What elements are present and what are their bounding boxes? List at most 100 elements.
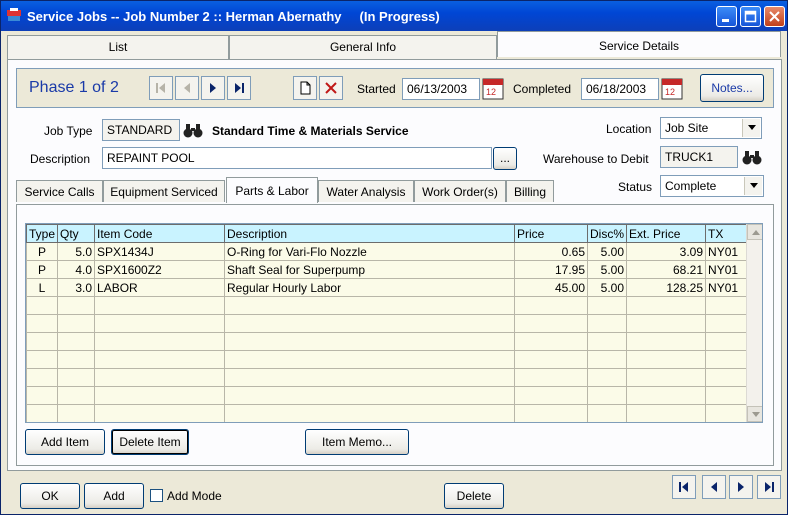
tab-list[interactable]: List — [7, 35, 229, 59]
cell-qty[interactable]: 4.0 — [57, 260, 96, 279]
col-qty[interactable]: Qty — [57, 224, 96, 243]
add-button[interactable]: Add — [84, 483, 144, 509]
delete-phase-button[interactable] — [319, 76, 343, 100]
col-type[interactable]: Type — [26, 224, 59, 243]
cell-price[interactable]: 17.95 — [514, 260, 589, 279]
cell-item-code[interactable]: SPX1600Z2 — [94, 260, 226, 279]
col-disc[interactable]: Disc% — [587, 224, 628, 243]
record-next-button[interactable] — [729, 475, 753, 499]
cell-description[interactable]: O-Ring for Vari-Flo Nozzle — [224, 242, 516, 261]
record-last-button[interactable] — [757, 475, 781, 499]
add-item-button[interactable]: Add Item — [25, 429, 105, 455]
job-type-lookup-button[interactable] — [182, 119, 206, 143]
warehouse-field[interactable]: TRUCK1 — [660, 146, 738, 168]
subtab-water-analysis[interactable]: Water Analysis — [318, 180, 414, 202]
cell-type[interactable]: P — [26, 242, 59, 261]
record-prev-button[interactable] — [702, 475, 726, 499]
parts-table: Type Qty Item Code Description Price Dis… — [26, 224, 748, 422]
cell-ext-price[interactable]: 68.21 — [626, 260, 707, 279]
tab-service-details[interactable]: Service Details — [497, 31, 781, 57]
cell-disc[interactable]: 5.00 — [587, 278, 628, 297]
cell-description[interactable]: Regular Hourly Labor — [224, 278, 516, 297]
phase-last-button[interactable] — [227, 76, 251, 100]
started-date-field[interactable]: 06/13/2003 — [402, 78, 480, 100]
started-calendar-button[interactable]: 12 — [482, 78, 506, 102]
cell-tx[interactable]: NY01 — [705, 278, 748, 297]
main-tabs: List General Info Service Details — [7, 31, 781, 59]
phase-first-button[interactable] — [149, 76, 173, 100]
cell-qty[interactable]: 5.0 — [57, 242, 96, 261]
phase-next-button[interactable] — [201, 76, 225, 100]
add-mode-label: Add Mode — [167, 489, 222, 503]
col-description[interactable]: Description — [224, 224, 516, 243]
maximize-button[interactable] — [740, 6, 761, 27]
scroll-down-button[interactable] — [747, 406, 762, 422]
cell-qty[interactable]: 3.0 — [57, 278, 96, 297]
subtab-billing[interactable]: Billing — [506, 180, 554, 202]
table-row[interactable]: L 3.0 LABOR Regular Hourly Labor 45.00 5… — [26, 278, 748, 297]
description-field[interactable]: REPAINT POOL — [102, 147, 492, 169]
subtab-label: Parts & Labor — [235, 184, 309, 198]
completed-date-field[interactable]: 06/18/2003 — [581, 78, 659, 100]
ok-button[interactable]: OK — [20, 483, 80, 509]
status-select[interactable]: Complete — [660, 175, 764, 197]
empty-row[interactable] — [26, 296, 748, 315]
cell-ext-price[interactable]: 3.09 — [626, 242, 707, 261]
parts-labor-grid[interactable]: Type Qty Item Code Description Price Dis… — [25, 223, 763, 423]
subtab-parts-labor[interactable]: Parts & Labor — [226, 177, 318, 203]
delete-item-button[interactable]: Delete Item — [111, 429, 189, 455]
subtab-service-calls[interactable]: Service Calls — [16, 180, 103, 202]
minimize-button[interactable] — [716, 6, 737, 27]
phase-bar: Phase 1 of 2 Started 06/13/2003 12 Compl… — [16, 68, 774, 108]
description-more-button[interactable]: ... — [493, 147, 517, 170]
empty-row[interactable] — [26, 332, 748, 351]
first-icon — [156, 83, 165, 93]
cell-type[interactable]: P — [26, 260, 59, 279]
location-dropdown-arrow[interactable] — [742, 119, 760, 137]
completed-calendar-button[interactable]: 12 — [661, 78, 685, 102]
delete-button[interactable]: Delete — [444, 483, 504, 509]
title-bar[interactable]: Service Jobs -- Job Number 2 :: Herman A… — [1, 1, 787, 31]
subtab-label: Service Calls — [24, 185, 95, 199]
col-tx[interactable]: TX — [705, 224, 748, 243]
cell-item-code[interactable]: SPX1434J — [94, 242, 226, 261]
empty-row[interactable] — [26, 386, 748, 405]
empty-row[interactable] — [26, 368, 748, 387]
subtab-label: Equipment Serviced — [110, 185, 218, 199]
cell-description[interactable]: Shaft Seal for Superpump — [224, 260, 516, 279]
empty-row[interactable] — [26, 314, 748, 333]
cell-ext-price[interactable]: 128.25 — [626, 278, 707, 297]
table-row[interactable]: P 5.0 SPX1434J O-Ring for Vari-Flo Nozzl… — [26, 242, 748, 261]
col-price[interactable]: Price — [514, 224, 589, 243]
cell-disc[interactable]: 5.00 — [587, 260, 628, 279]
item-memo-button[interactable]: Item Memo... — [305, 429, 409, 455]
location-label: Location — [606, 122, 652, 136]
status-dropdown-arrow[interactable] — [744, 177, 762, 195]
cell-disc[interactable]: 5.00 — [587, 242, 628, 261]
cell-tx[interactable]: NY01 — [705, 260, 748, 279]
tab-general-info[interactable]: General Info — [229, 35, 497, 59]
table-row[interactable]: P 4.0 SPX1600Z2 Shaft Seal for Superpump… — [26, 260, 748, 279]
record-first-button[interactable] — [672, 475, 696, 499]
notes-button[interactable]: Notes... — [700, 74, 764, 102]
cell-price[interactable]: 45.00 — [514, 278, 589, 297]
close-button[interactable] — [764, 6, 785, 27]
warehouse-lookup-button[interactable] — [741, 146, 765, 170]
subtab-equipment-serviced[interactable]: Equipment Serviced — [103, 180, 225, 202]
phase-prev-button[interactable] — [175, 76, 199, 100]
empty-row[interactable] — [26, 350, 748, 369]
subtab-work-orders[interactable]: Work Order(s) — [414, 180, 506, 202]
cell-item-code[interactable]: LABOR — [94, 278, 226, 297]
empty-row[interactable] — [26, 404, 748, 422]
col-item-code[interactable]: Item Code — [94, 224, 226, 243]
job-type-field[interactable]: STANDARD — [102, 119, 180, 141]
scroll-up-button[interactable] — [747, 224, 762, 240]
cell-price[interactable]: 0.65 — [514, 242, 589, 261]
col-ext-price[interactable]: Ext. Price — [626, 224, 707, 243]
cell-tx[interactable]: NY01 — [705, 242, 748, 261]
add-mode-checkbox[interactable] — [150, 489, 163, 502]
grid-scrollbar[interactable] — [746, 224, 762, 422]
cell-type[interactable]: L — [26, 278, 59, 297]
new-phase-button[interactable] — [293, 76, 317, 100]
location-select[interactable]: Job Site — [660, 117, 762, 139]
